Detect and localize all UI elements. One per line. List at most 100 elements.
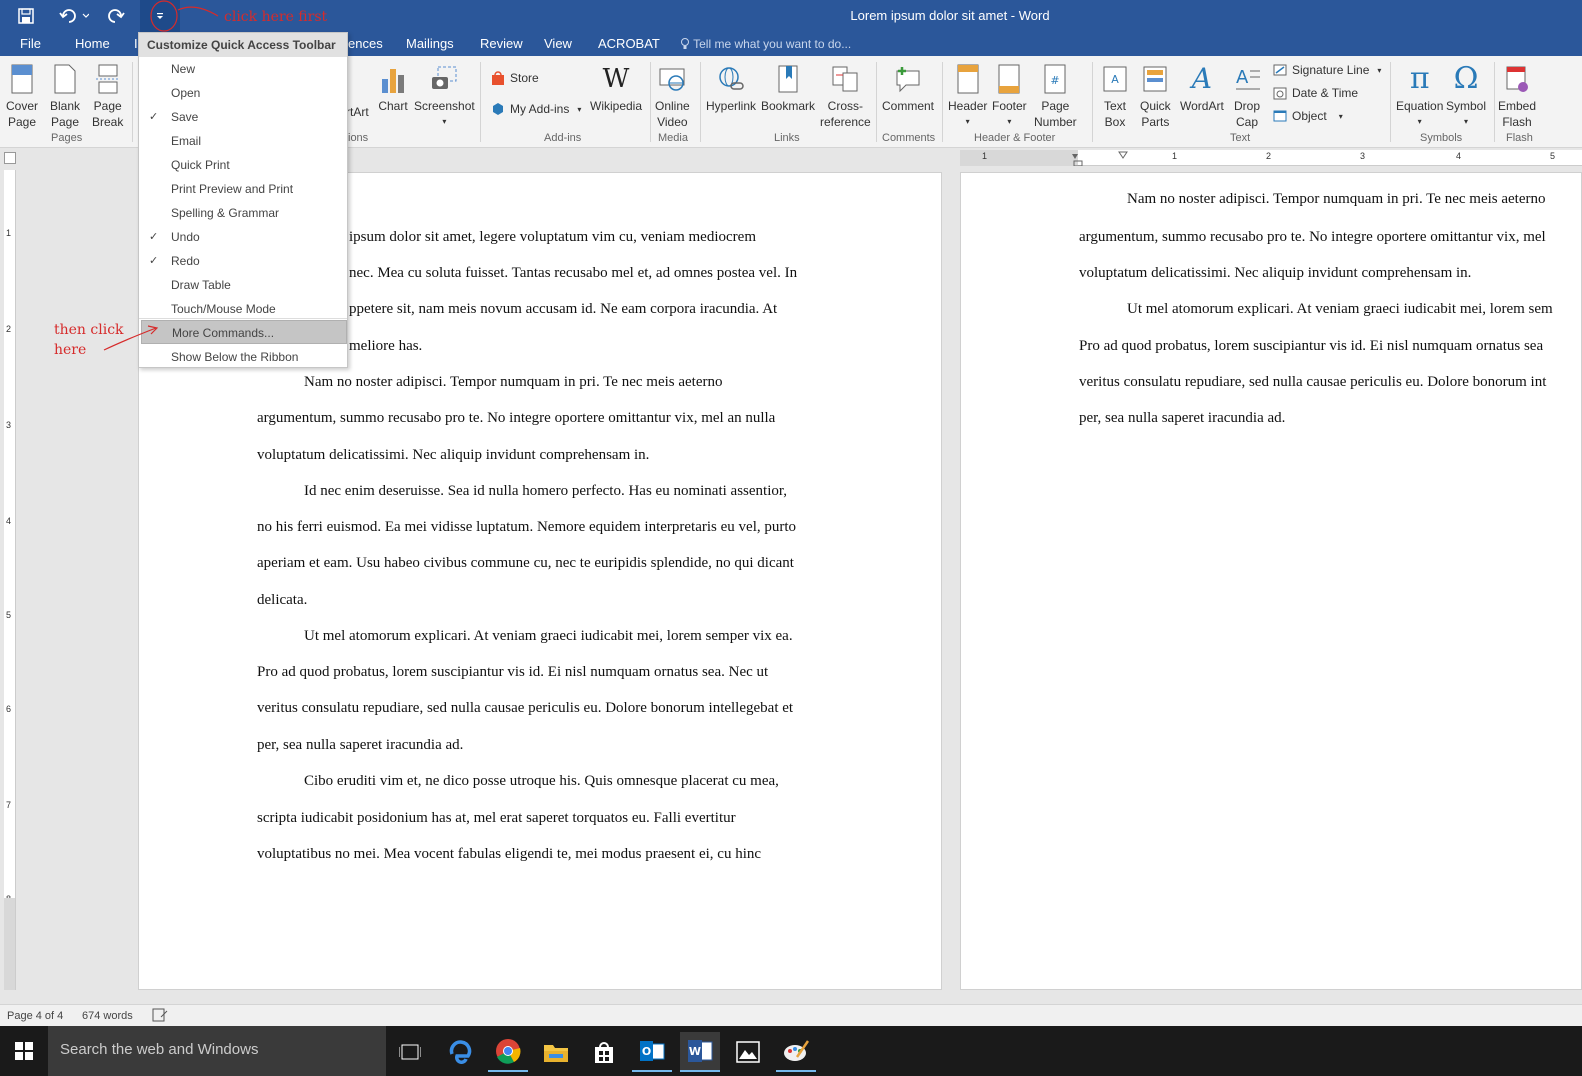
proofing-status[interactable] bbox=[152, 1008, 168, 1025]
qat-customize-button[interactable] bbox=[140, 0, 180, 32]
text-box-button[interactable]: A Text Box bbox=[1100, 62, 1130, 130]
group-separator bbox=[876, 62, 877, 142]
tab-view[interactable]: View bbox=[544, 36, 572, 51]
drop-cap-button[interactable]: A Drop Cap bbox=[1232, 62, 1262, 130]
object-button[interactable]: Object ▾ bbox=[1272, 108, 1343, 124]
cross-reference-button[interactable]: Cross- reference bbox=[820, 62, 871, 130]
quick-parts-button[interactable]: Quick Parts bbox=[1140, 62, 1171, 130]
my-addins-button[interactable]: My Add-ins ▾ bbox=[490, 101, 581, 117]
chart-button[interactable]: Chart bbox=[378, 62, 408, 114]
menu-item-draw-table[interactable]: Draw Table bbox=[139, 273, 347, 297]
outlook-icon: O bbox=[640, 1041, 665, 1061]
embed-flash-button[interactable]: Embed Flash bbox=[1498, 62, 1536, 130]
start-button[interactable] bbox=[0, 1026, 48, 1076]
tab-file[interactable]: File bbox=[20, 36, 41, 51]
checkmark-icon: ✓ bbox=[149, 255, 159, 267]
ruler-number: 1 bbox=[982, 151, 988, 161]
bookmark-button[interactable]: Bookmark bbox=[761, 62, 815, 114]
menu-item-label: More Commands... bbox=[172, 326, 275, 340]
menu-item-redo[interactable]: ✓ Redo bbox=[139, 249, 347, 273]
footer-button[interactable]: Footer ▾ bbox=[992, 62, 1027, 130]
smartart-button[interactable]: rtArt bbox=[346, 104, 369, 120]
tell-me-search[interactable]: Tell me what you want to do... bbox=[680, 37, 851, 51]
word-count[interactable]: 674 words bbox=[82, 1010, 133, 1022]
ruler-number: 6 bbox=[6, 704, 12, 714]
task-view-icon bbox=[399, 1044, 421, 1060]
hyperlink-button[interactable]: Hyperlink bbox=[706, 62, 756, 114]
tab-references[interactable]: ences bbox=[348, 36, 383, 51]
group-separator bbox=[700, 62, 701, 142]
chrome-button[interactable] bbox=[488, 1032, 528, 1072]
photos-button[interactable] bbox=[728, 1032, 768, 1072]
word-button[interactable]: W bbox=[680, 1032, 720, 1072]
store-button[interactable]: Store bbox=[490, 70, 539, 86]
wikipedia-button[interactable]: W Wikipedia bbox=[590, 62, 642, 114]
document-page[interactable]: Nam no noster adipisci. Tempor numquam i… bbox=[960, 172, 1582, 990]
annotation-click-first: click here first bbox=[224, 9, 328, 25]
menu-item-quick-print[interactable]: Quick Print bbox=[139, 153, 347, 177]
windows-taskbar: Search the web and Windows O W bbox=[0, 1026, 1582, 1076]
group-label-illustrations: ions bbox=[348, 132, 369, 144]
symbol-button[interactable]: Ω Symbol ▾ bbox=[1446, 62, 1486, 130]
menu-item-open[interactable]: Open bbox=[139, 81, 347, 105]
calendar-icon bbox=[1273, 87, 1287, 100]
doc-line: Ut mel atomorum explicari. At veniam gra… bbox=[304, 628, 793, 644]
screenshot-icon bbox=[432, 66, 457, 89]
doc-line: meliore has. bbox=[349, 338, 423, 354]
qat-save-button[interactable] bbox=[12, 4, 40, 28]
menu-item-undo[interactable]: ✓ Undo bbox=[139, 225, 347, 249]
menu-item-print-preview-and-print[interactable]: Print Preview and Print bbox=[139, 177, 347, 201]
menu-item-show-below-the-ribbon[interactable]: Show Below the Ribbon bbox=[139, 345, 347, 369]
tab-mailings[interactable]: Mailings bbox=[406, 36, 454, 51]
taskbar-search[interactable]: Search the web and Windows bbox=[48, 1026, 386, 1076]
tab-selector[interactable] bbox=[4, 152, 16, 164]
word-icon: W bbox=[688, 1040, 713, 1062]
vertical-ruler[interactable]: 1 2 3 4 5 6 7 8 bbox=[4, 170, 16, 990]
doc-line: nec. Mea cu soluta fuisset. Tantas recus… bbox=[349, 265, 798, 281]
page-number-button[interactable]: # Page Number bbox=[1034, 62, 1077, 130]
group-label-addins: Add-ins bbox=[544, 132, 582, 144]
date-time-button[interactable]: Date & Time bbox=[1272, 85, 1358, 101]
blank-page-icon bbox=[54, 64, 76, 94]
menu-item-label: Quick Print bbox=[171, 158, 230, 172]
horizontal-ruler[interactable]: 1 1 2 3 4 5 bbox=[960, 150, 1582, 166]
page-count[interactable]: Page 4 of 4 bbox=[7, 1010, 63, 1022]
qat-redo-button[interactable] bbox=[102, 4, 130, 28]
status-bar: Page 4 of 4 674 words bbox=[0, 1004, 1582, 1026]
doc-line: voluptatum delicatissimi. Nec aliquip in… bbox=[1079, 265, 1472, 281]
online-video-button[interactable]: Online Video bbox=[655, 62, 690, 130]
paint-button[interactable] bbox=[776, 1032, 816, 1072]
menu-item-more-commands[interactable]: More Commands... bbox=[141, 320, 347, 344]
flash-icon bbox=[1506, 66, 1529, 92]
store-taskbar-button[interactable] bbox=[584, 1032, 624, 1072]
ruler-number: 1 bbox=[6, 228, 12, 238]
signature-line-button[interactable]: Signature Line ▾ bbox=[1272, 62, 1381, 78]
edge-button[interactable] bbox=[440, 1032, 480, 1072]
outlook-button[interactable]: O bbox=[632, 1032, 672, 1072]
chrome-icon bbox=[496, 1039, 521, 1064]
checkmark-icon: ✓ bbox=[149, 111, 159, 123]
equation-button[interactable]: π Equation ▾ bbox=[1396, 62, 1443, 130]
tab-acrobat[interactable]: ACROBAT bbox=[598, 36, 660, 51]
group-label-header-footer: Header & Footer bbox=[974, 132, 1056, 144]
menu-item-spelling-grammar[interactable]: Spelling & Grammar bbox=[139, 201, 347, 225]
menu-item-label: Undo bbox=[171, 230, 200, 244]
photos-icon bbox=[736, 1041, 760, 1063]
qat-undo-button[interactable] bbox=[56, 4, 92, 28]
page-break-button[interactable]: Page Break bbox=[92, 62, 123, 130]
header-button[interactable]: Header ▾ bbox=[948, 62, 987, 130]
screenshot-button[interactable]: Screenshot ▾ bbox=[414, 62, 475, 130]
menu-item-new[interactable]: New bbox=[139, 57, 347, 81]
blank-page-button[interactable]: Blank Page bbox=[50, 62, 80, 130]
file-explorer-button[interactable] bbox=[536, 1032, 576, 1072]
task-view-button[interactable] bbox=[390, 1032, 430, 1072]
menu-item-save[interactable]: ✓ Save bbox=[139, 105, 347, 129]
tab-home[interactable]: Home bbox=[75, 36, 110, 51]
menu-item-email[interactable]: Email bbox=[139, 129, 347, 153]
doc-line: veritus consulatu repudiare, sed nulla c… bbox=[257, 700, 794, 716]
tab-review[interactable]: Review bbox=[480, 36, 523, 51]
cover-page-button[interactable]: Cover Page bbox=[6, 62, 38, 130]
comment-button[interactable]: Comment bbox=[882, 62, 934, 114]
menu-header: Customize Quick Access Toolbar bbox=[139, 33, 347, 57]
wordart-button[interactable]: A WordArt bbox=[1180, 62, 1224, 114]
